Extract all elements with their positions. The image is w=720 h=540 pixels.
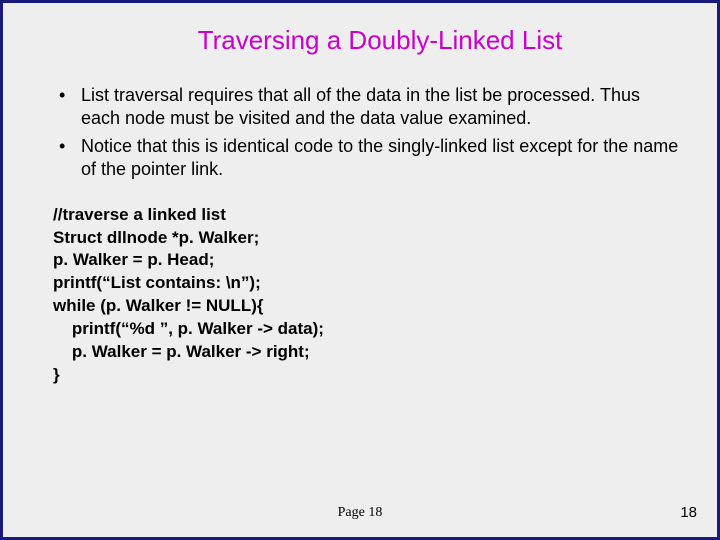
slide: Traversing a Doubly-Linked List List tra… [0, 0, 720, 540]
code-block: //traverse a linked list Struct dllnode … [53, 204, 681, 388]
page-number-center: Page 18 [3, 505, 717, 521]
bullet-list: List traversal requires that all of the … [53, 84, 681, 182]
bullet-item: List traversal requires that all of the … [53, 84, 681, 131]
bullet-item: Notice that this is identical code to th… [53, 135, 681, 182]
page-number-right: 18 [680, 504, 697, 521]
slide-title: Traversing a Doubly-Linked List [39, 25, 681, 56]
